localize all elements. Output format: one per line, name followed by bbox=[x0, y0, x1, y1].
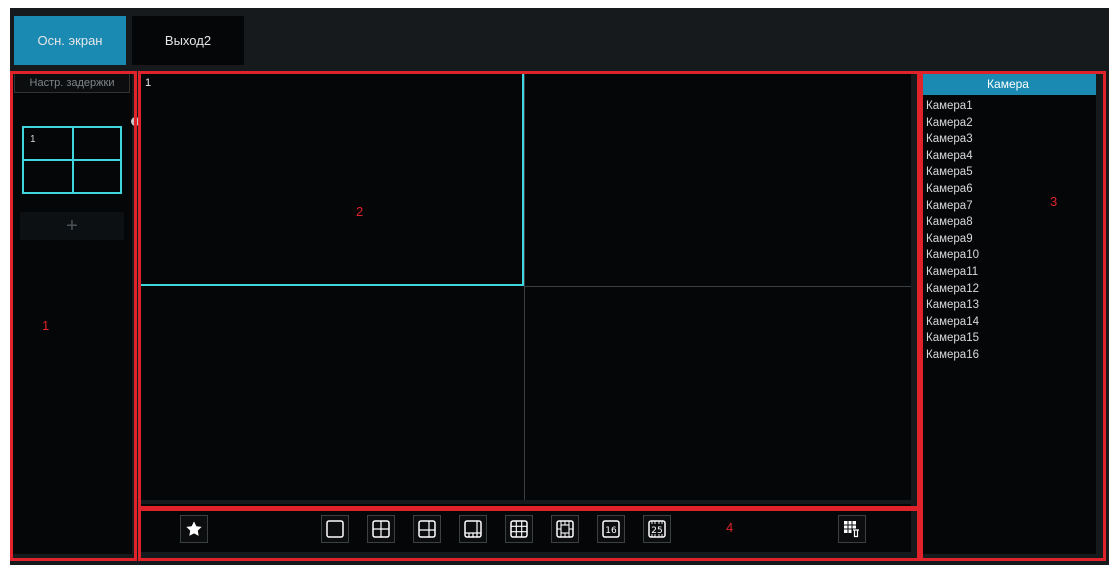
delay-settings-button[interactable]: Настр. задержки bbox=[14, 72, 130, 93]
camera-list-header: Камера bbox=[920, 72, 1096, 95]
camera-list: Камера1 Камера2 Камера3 Камера4 Камера5 … bbox=[926, 98, 979, 364]
clear-icon bbox=[844, 521, 860, 538]
camera-item[interactable]: Камера8 bbox=[926, 214, 979, 231]
thumb-divider-horizontal bbox=[24, 159, 120, 161]
grid-divider-horizontal bbox=[524, 286, 911, 287]
video-cell-4[interactable] bbox=[524, 286, 911, 500]
layout-thumbnail[interactable]: 1 bbox=[22, 126, 122, 194]
video-cell-2[interactable] bbox=[524, 72, 911, 286]
layout-8-icon bbox=[464, 520, 482, 538]
camera-item[interactable]: Камера1 bbox=[926, 98, 979, 115]
annotation-label-4: 4 bbox=[726, 520, 734, 535]
tab-main-screen[interactable]: Осн. экран bbox=[14, 16, 126, 65]
plus-icon: + bbox=[66, 214, 78, 237]
layout-1-icon bbox=[326, 520, 344, 538]
camera-item[interactable]: Камера14 bbox=[926, 314, 979, 331]
layout-13-icon bbox=[556, 520, 574, 538]
camera-item[interactable]: Камера12 bbox=[926, 281, 979, 298]
layout-panel: Настр. задержки 1 × + bbox=[12, 72, 140, 554]
camera-item[interactable]: Камера15 bbox=[926, 330, 979, 347]
annotation-label-1: 1 bbox=[42, 318, 50, 333]
camera-item[interactable]: Камера7 bbox=[926, 198, 979, 215]
add-layout-button[interactable]: + bbox=[20, 212, 124, 240]
camera-item[interactable]: Камера4 bbox=[926, 148, 979, 165]
layout-9-button[interactable] bbox=[505, 515, 533, 543]
layout-6-button[interactable] bbox=[413, 515, 441, 543]
svg-text:25: 25 bbox=[651, 526, 662, 536]
clear-layout-button[interactable] bbox=[838, 515, 866, 543]
camera-item[interactable]: Камера9 bbox=[926, 231, 979, 248]
annotation-label-3: 3 bbox=[1050, 194, 1058, 209]
layout-4-button[interactable] bbox=[367, 515, 395, 543]
camera-item[interactable]: Камера3 bbox=[926, 131, 979, 148]
layout-1-button[interactable] bbox=[321, 515, 349, 543]
layout-8-button[interactable] bbox=[459, 515, 487, 543]
svg-text:16: 16 bbox=[605, 526, 617, 536]
video-grid: 1 bbox=[138, 72, 911, 500]
camera-item[interactable]: Камера6 bbox=[926, 181, 979, 198]
layout-4-icon bbox=[372, 520, 390, 538]
layout-13-button[interactable] bbox=[551, 515, 579, 543]
camera-item[interactable]: Камера2 bbox=[926, 115, 979, 132]
cell-number: 1 bbox=[145, 77, 152, 89]
layout-16-button[interactable]: 16 bbox=[597, 515, 625, 543]
tab-output2[interactable]: Выход2 bbox=[132, 16, 244, 65]
video-cell-3[interactable] bbox=[138, 286, 524, 500]
layout-16-icon: 16 bbox=[602, 520, 620, 538]
camera-item[interactable]: Камера10 bbox=[926, 247, 979, 264]
camera-item[interactable]: Камера11 bbox=[926, 264, 979, 281]
video-cell-1[interactable]: 1 bbox=[138, 72, 524, 286]
favorite-button[interactable] bbox=[180, 515, 208, 543]
camera-item[interactable]: Камера5 bbox=[926, 164, 979, 181]
layout-9-icon bbox=[510, 520, 528, 538]
layout-6-icon bbox=[418, 520, 436, 538]
annotation-label-2: 2 bbox=[356, 204, 364, 219]
layout-25-icon: 25 bbox=[648, 520, 666, 538]
layout-25-button[interactable]: 25 bbox=[643, 515, 671, 543]
camera-item[interactable]: Камера13 bbox=[926, 297, 979, 314]
star-icon bbox=[186, 521, 202, 536]
camera-panel: Камера Камера1 Камера2 Камера3 Камера4 К… bbox=[920, 72, 1096, 554]
layout-toolbar: 16 25 bbox=[138, 504, 911, 552]
thumb-number: 1 bbox=[30, 134, 36, 145]
camera-item[interactable]: Камера16 bbox=[926, 347, 979, 364]
output-tabs: Осн. экран Выход2 bbox=[14, 16, 244, 66]
